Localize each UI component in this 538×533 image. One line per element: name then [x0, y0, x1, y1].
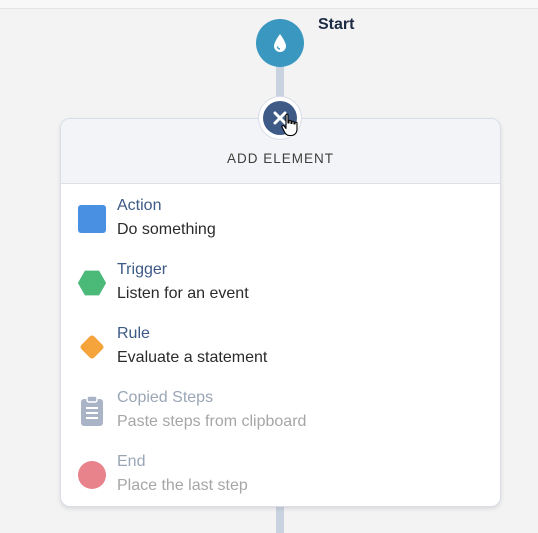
start-node[interactable] [256, 19, 304, 67]
element-description: Place the last step [117, 477, 248, 494]
element-description: Listen for an event [117, 285, 249, 302]
clipboard-icon [77, 395, 107, 426]
element-title: End [117, 453, 146, 470]
element-option-trigger[interactable]: Trigger Listen for an event [61, 258, 500, 322]
panel-title: ADD ELEMENT [226, 151, 335, 166]
hexagon-icon [77, 268, 107, 298]
canvas-top-border [0, 0, 538, 9]
add-element-panel: ADD ELEMENT Action Do something Trigger … [60, 118, 501, 507]
element-option-action[interactable]: Action Do something [61, 194, 500, 258]
circle-icon [77, 460, 107, 490]
element-title: Action [117, 197, 162, 214]
element-option-end[interactable]: End Place the last step [61, 450, 500, 506]
flow-connector [276, 504, 284, 533]
element-title: Rule [117, 325, 150, 342]
square-icon [77, 204, 107, 234]
element-title: Copied Steps [117, 389, 214, 406]
hand-cursor-icon [281, 113, 298, 137]
element-list: Action Do something Trigger Listen for a… [61, 184, 500, 506]
start-label: Start [318, 16, 355, 33]
element-option-copied-steps[interactable]: Copied Steps Paste steps from clipboard [61, 386, 500, 450]
element-description: Paste steps from clipboard [117, 413, 307, 430]
element-description: Do something [117, 221, 216, 238]
element-title: Trigger [117, 261, 168, 278]
element-option-rule[interactable]: Rule Evaluate a statement [61, 322, 500, 386]
element-description: Evaluate a statement [117, 349, 268, 366]
water-drop-icon [274, 34, 286, 52]
diamond-icon [77, 332, 107, 362]
